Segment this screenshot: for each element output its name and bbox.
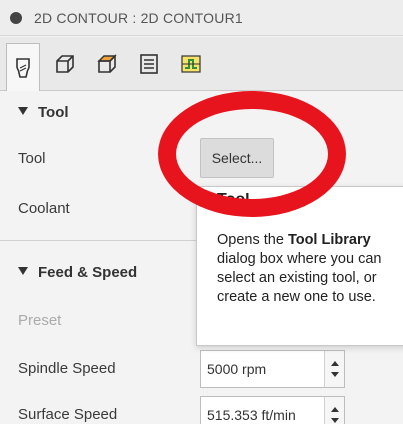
surface-speed-label: Surface Speed bbox=[18, 406, 118, 423]
spindle-speed-stepper[interactable] bbox=[324, 351, 344, 387]
tool-section-header[interactable]: Tool bbox=[18, 104, 69, 121]
panel-header: 2D CONTOUR : 2D CONTOUR1 bbox=[0, 0, 403, 36]
stepper-down-icon[interactable] bbox=[331, 418, 339, 423]
surface-speed-input[interactable]: 515.353 ft/min bbox=[200, 396, 345, 424]
tab-tool[interactable] bbox=[6, 43, 40, 91]
surface-speed-stepper[interactable] bbox=[324, 397, 344, 424]
spindle-speed-label: Spindle Speed bbox=[18, 360, 116, 377]
linking-icon bbox=[181, 55, 201, 73]
tooltip-body: Opens the Tool Library dialog box where … bbox=[217, 232, 382, 305]
tab-passes[interactable] bbox=[132, 45, 166, 83]
panel-title: 2D CONTOUR : 2D CONTOUR1 bbox=[34, 9, 243, 26]
tool-icon bbox=[16, 57, 30, 78]
collapse-triangle-icon bbox=[18, 267, 28, 275]
preset-label: Preset bbox=[18, 312, 62, 329]
stepper-up-icon[interactable] bbox=[331, 407, 339, 412]
tab-bar bbox=[0, 37, 403, 91]
heights-box-icon bbox=[97, 54, 117, 73]
feed-speed-section-header[interactable]: Feed & Speed bbox=[18, 264, 137, 281]
spindle-speed-input[interactable]: 5000 rpm bbox=[200, 350, 345, 388]
stepper-down-icon[interactable] bbox=[331, 372, 339, 377]
geometry-box-icon bbox=[56, 55, 74, 73]
tool-label: Tool bbox=[18, 150, 46, 167]
coolant-label: Coolant bbox=[18, 200, 70, 217]
highlight-ring bbox=[158, 91, 346, 217]
passes-list-icon bbox=[140, 54, 158, 74]
tab-geometry[interactable] bbox=[48, 45, 82, 83]
collapse-triangle-icon bbox=[18, 107, 28, 115]
collapse-dot-icon[interactable] bbox=[10, 11, 22, 24]
tab-linking[interactable] bbox=[174, 45, 208, 83]
stepper-up-icon[interactable] bbox=[331, 361, 339, 366]
tab-heights[interactable] bbox=[90, 45, 124, 83]
